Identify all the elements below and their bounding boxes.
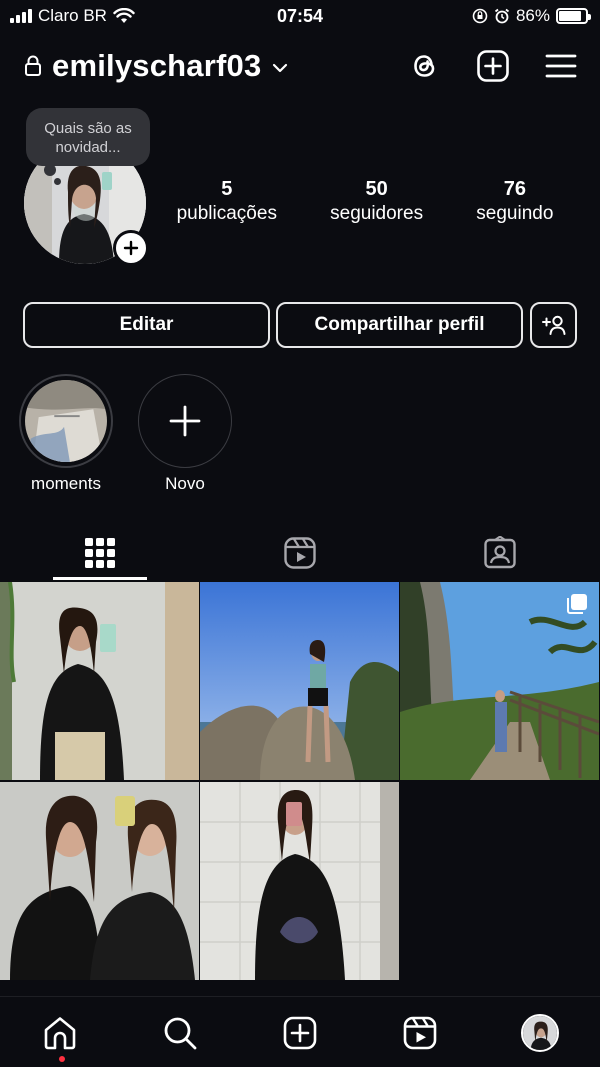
highlight-label: moments xyxy=(31,474,101,493)
highlight-moments[interactable]: moments xyxy=(19,374,113,494)
stat-following-count: 76 xyxy=(503,178,526,200)
stat-posts-count: 5 xyxy=(221,178,233,200)
stat-following-label: seguindo xyxy=(476,203,554,224)
header-actions xyxy=(408,49,578,83)
orientation-lock-icon xyxy=(472,8,488,24)
alarm-icon xyxy=(494,8,510,24)
nav-home[interactable] xyxy=(40,1013,80,1053)
add-person-icon xyxy=(541,315,565,335)
create-post-icon[interactable] xyxy=(476,49,510,83)
note-tail xyxy=(44,164,56,176)
search-icon xyxy=(164,1017,197,1050)
tab-posts[interactable] xyxy=(0,526,200,580)
post-thumbnail[interactable] xyxy=(0,782,199,980)
nav-profile[interactable] xyxy=(520,1013,560,1053)
battery-percent: 86% xyxy=(515,6,550,25)
highlight-ring xyxy=(19,374,113,468)
edit-profile-button[interactable]: Editar xyxy=(23,302,270,348)
status-right: 86% xyxy=(472,6,591,26)
plus-icon xyxy=(169,405,201,437)
nav-search[interactable] xyxy=(160,1013,200,1053)
post-thumbnail[interactable] xyxy=(200,782,399,980)
home-icon xyxy=(44,1017,76,1050)
username[interactable]: emilyscharf03 xyxy=(52,48,261,84)
carousel-icon xyxy=(567,594,587,614)
chevron-down-icon[interactable] xyxy=(271,62,289,74)
profile-header: emilyscharf03 xyxy=(24,44,578,88)
stat-posts[interactable]: 5 publicações xyxy=(177,176,277,226)
note-bubble[interactable]: Quais são as novidad... xyxy=(26,108,150,166)
nav-create[interactable] xyxy=(280,1013,320,1053)
highlight-label: Novo xyxy=(165,474,205,493)
highlight-new[interactable]: Novo xyxy=(138,374,232,494)
highlight-cover xyxy=(25,380,107,462)
active-tab-indicator xyxy=(53,577,147,580)
note-tail-small xyxy=(54,178,61,185)
tab-tagged[interactable] xyxy=(400,526,600,580)
post-thumbnail[interactable] xyxy=(200,582,399,780)
stat-followers-label: seguidores xyxy=(330,203,424,224)
profile-avatar-small xyxy=(521,1014,559,1052)
reels-icon xyxy=(284,537,316,569)
notification-dot xyxy=(59,1056,65,1062)
profile-stats: 5 publicações 50 seguidores 76 seguindo xyxy=(150,176,580,226)
battery-icon xyxy=(556,8,591,24)
post-thumbnail[interactable] xyxy=(400,582,599,780)
tagged-icon xyxy=(484,536,516,569)
profile-tabs xyxy=(0,526,600,580)
bottom-nav xyxy=(0,996,600,1067)
stat-followers[interactable]: 50 seguidores xyxy=(330,176,423,226)
discover-people-button[interactable] xyxy=(530,302,577,348)
threads-icon[interactable] xyxy=(408,49,442,83)
add-story-button[interactable] xyxy=(113,230,149,266)
stat-posts-label: publicações xyxy=(176,203,277,224)
status-bar: Claro BR 07:54 86% xyxy=(0,0,600,34)
note-text: Quais são as novidad... xyxy=(44,120,132,156)
create-icon xyxy=(283,1016,317,1050)
stat-following[interactable]: 76 seguindo xyxy=(476,176,553,226)
nav-reels[interactable] xyxy=(400,1013,440,1053)
grid-icon xyxy=(85,538,115,568)
plus-icon xyxy=(123,240,139,256)
post-thumbnail[interactable] xyxy=(0,582,199,780)
menu-icon[interactable] xyxy=(544,49,578,83)
stat-followers-count: 50 xyxy=(365,178,388,200)
lock-icon xyxy=(25,55,41,76)
reels-icon xyxy=(403,1016,437,1050)
share-profile-button[interactable]: Compartilhar perfil xyxy=(276,302,523,348)
new-highlight-ring xyxy=(138,374,232,468)
tab-reels[interactable] xyxy=(200,526,400,580)
